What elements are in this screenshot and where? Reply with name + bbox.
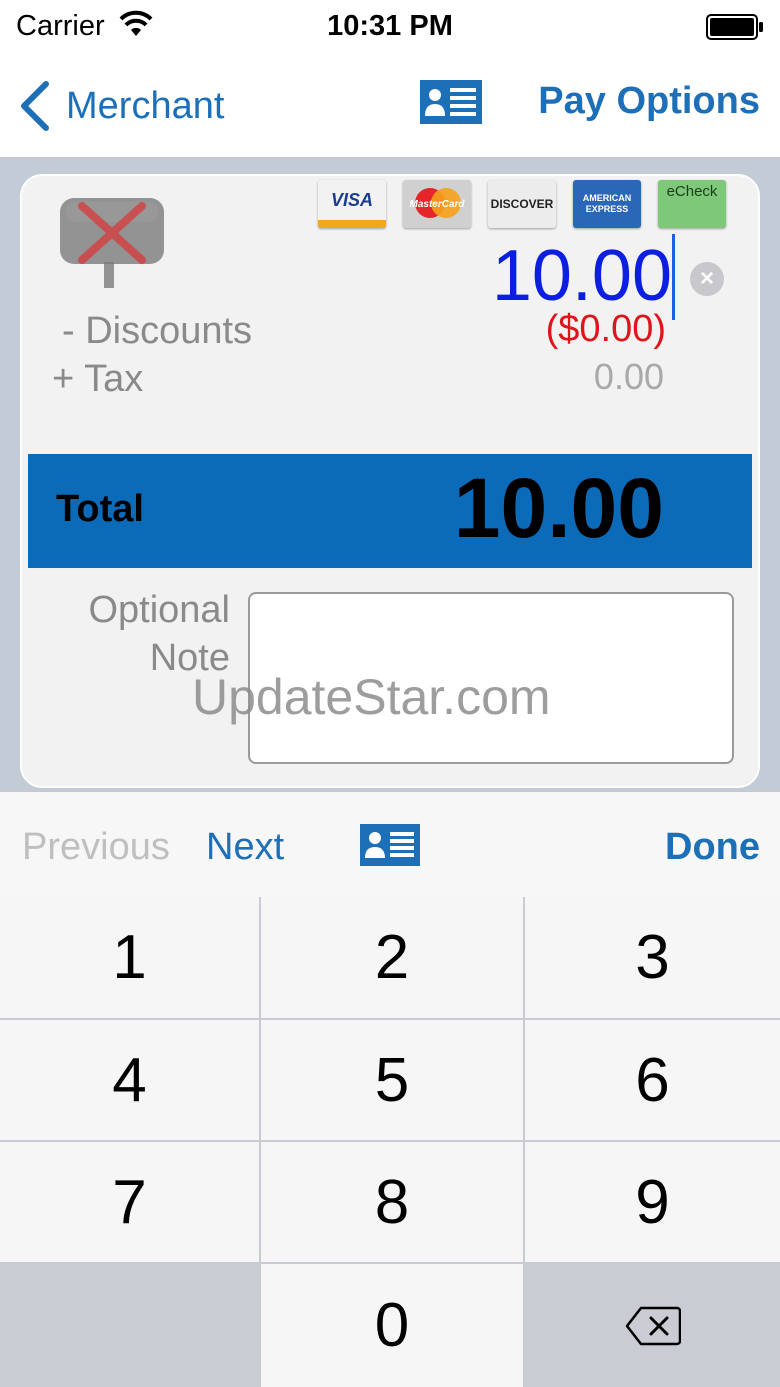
key-0[interactable]: 0	[261, 1264, 523, 1387]
backspace-icon	[625, 1306, 681, 1345]
back-button[interactable]: Merchant	[16, 78, 224, 134]
key-1[interactable]: 1	[0, 897, 259, 1018]
key-5[interactable]: 5	[261, 1020, 523, 1140]
discounts-label: - Discounts	[62, 310, 253, 352]
text-cursor	[672, 234, 675, 320]
total-value: 10.00	[453, 461, 664, 555]
mastercard-logo: MasterCard	[403, 180, 471, 228]
card-reader-disconnected-icon	[60, 198, 164, 288]
key-8[interactable]: 8	[261, 1142, 523, 1262]
total-label: Total	[56, 488, 144, 530]
contact-card-icon[interactable]	[360, 824, 420, 866]
battery-icon	[706, 14, 763, 40]
previous-button[interactable]: Previous	[22, 826, 170, 869]
payment-method-logos: VISA MasterCard DISCOVER AMERICAN EXPRES…	[318, 180, 726, 228]
key-2[interactable]: 2	[261, 897, 523, 1018]
contact-card-icon[interactable]	[420, 80, 482, 124]
keyboard-toolbar: Previous Next Done	[0, 791, 780, 897]
delete-key[interactable]	[525, 1264, 780, 1387]
key-3[interactable]: 3	[525, 897, 780, 1018]
key-blank	[0, 1264, 259, 1387]
pay-options-button[interactable]: Pay Options	[538, 80, 760, 123]
status-bar: Carrier 10:31 PM	[0, 0, 780, 54]
tax-label: + Tax	[52, 358, 144, 400]
american-express-logo: AMERICAN EXPRESS	[573, 180, 641, 228]
visa-logo: VISA	[318, 180, 386, 228]
done-button[interactable]: Done	[665, 826, 760, 869]
key-6[interactable]: 6	[525, 1020, 780, 1140]
next-button[interactable]: Next	[206, 826, 284, 869]
tax-value[interactable]: 0.00	[594, 356, 664, 398]
watermark: UpdateStar.com	[192, 669, 551, 725]
numeric-keypad: 1 2 3 4 5 6 7 8 9 0	[0, 897, 780, 1387]
discounts-value[interactable]: ($0.00)	[546, 308, 666, 351]
back-label: Merchant	[66, 84, 225, 127]
chevron-left-icon	[21, 81, 49, 131]
clear-icon[interactable]: ×	[690, 262, 724, 296]
key-9[interactable]: 9	[525, 1142, 780, 1262]
amount-field[interactable]: 10.00	[492, 240, 672, 312]
navigation-bar: Merchant Pay Options	[0, 54, 780, 158]
echeck-logo: eCheck	[658, 180, 726, 228]
key-7[interactable]: 7	[0, 1142, 259, 1262]
discover-logo: DISCOVER	[488, 180, 556, 228]
clock: 10:31 PM	[327, 10, 453, 42]
total-bar: Total 10.00	[28, 454, 752, 568]
key-4[interactable]: 4	[0, 1020, 259, 1140]
